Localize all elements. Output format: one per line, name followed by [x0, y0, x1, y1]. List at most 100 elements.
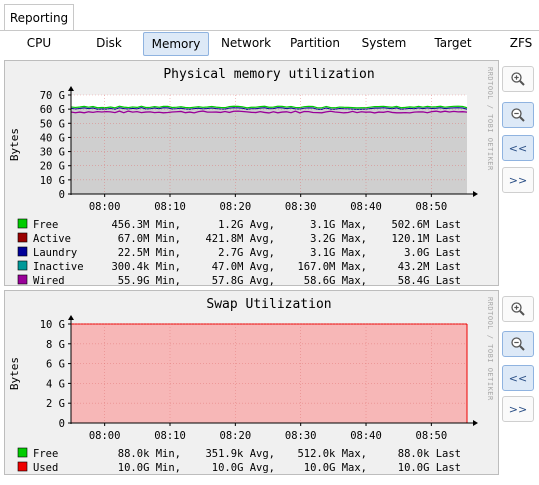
legend-swatch-used	[17, 461, 28, 472]
legend-label-laundry: Laundry	[33, 247, 77, 259]
x-tick-label: 08:20	[220, 201, 252, 213]
zoom-in-icon	[511, 72, 525, 86]
legend-label-free: Free	[33, 448, 58, 460]
legend-last-laundry: 3.0G Last	[404, 247, 461, 259]
legend-label-inactive: Inactive	[33, 261, 84, 273]
legend-max-free: 512.0k Max,	[297, 448, 367, 460]
memory-graph-panel: Physical memory utilization Bytes 0 10 G 20 …	[4, 60, 499, 287]
swap-zoom-out-button[interactable]	[502, 331, 534, 357]
memory-back-button[interactable]: <<	[502, 135, 534, 161]
y-tick-label: 10 G	[40, 319, 65, 331]
y-tick-label: 20 G	[40, 161, 65, 173]
legend-min-inactive: 300.4k Min,	[111, 261, 181, 273]
legend-min-used: 10.0G Min,	[118, 462, 181, 474]
legend-swatch-inactive	[17, 260, 28, 271]
legend-max-active: 3.2G Max,	[310, 233, 367, 245]
legend-max-laundry: 3.1G Max,	[310, 247, 367, 259]
tab-target[interactable]: Target	[428, 32, 478, 56]
y-tick-label: 60 G	[40, 104, 65, 116]
y-tick-label: 70 G	[40, 90, 65, 102]
legend-swatch-free	[17, 447, 28, 458]
legend-avg-active: 421.8M Avg,	[205, 233, 275, 245]
x-tick-label: 08:50	[416, 201, 448, 213]
y-tick-label: 6 G	[46, 359, 65, 371]
legend-avg-used: 10.0G Avg,	[212, 462, 275, 474]
y-tick-label: 0	[59, 189, 65, 201]
legend-max-free: 3.1G Max,	[310, 219, 367, 231]
tab-zfs[interactable]: ZFS	[503, 32, 539, 56]
reporting-subtabs: CPU Disk Memory Network Partition System…	[0, 32, 539, 56]
x-axis-arrow	[473, 191, 478, 197]
tab-network[interactable]: Network	[216, 32, 276, 56]
memory-chart: Physical memory utilization Bytes 0 10 G 20 …	[8, 67, 478, 287]
y-tick-label: 4 G	[46, 378, 65, 390]
legend-last-free: 502.6M Last	[391, 219, 461, 231]
memory-forward-button[interactable]: >>	[502, 167, 534, 193]
tab-disk[interactable]: Disk	[84, 32, 134, 56]
memory-zoom-in-button[interactable]	[502, 66, 534, 92]
legend-min-laundry: 22.5M Min,	[118, 247, 181, 259]
memory-zoom-out-button[interactable]	[502, 102, 534, 128]
x-tick-label: 08:40	[350, 201, 382, 213]
legend-max-used: 10.0G Max,	[304, 462, 367, 474]
x-tick-label: 08:50	[416, 430, 448, 442]
y-tick-label: 40 G	[40, 132, 65, 144]
rrdtool-watermark: RRDTOOL / TOBI OETIKER	[486, 67, 494, 171]
swap-graph-panel: Swap Utilization Bytes 0 2 G 4 G 6 G 8 G 10 G 08…	[4, 290, 499, 475]
legend-label-active: Active	[33, 233, 71, 245]
y-tick-label: 50 G	[40, 118, 65, 130]
legend-swatch-active	[17, 232, 28, 243]
x-tick-label: 08:10	[154, 201, 186, 213]
swap-zoom-in-button[interactable]	[502, 296, 534, 322]
legend-avg-laundry: 2.7G Avg,	[218, 247, 275, 259]
y-tick-label: 0	[59, 418, 65, 430]
legend-max-inactive: 167.0M Max,	[297, 261, 367, 273]
tab-divider	[0, 30, 539, 31]
legend-avg-wired: 57.8G Avg,	[212, 275, 275, 287]
legend-avg-inactive: 47.0M Avg,	[212, 261, 275, 273]
y-axis-arrow	[68, 86, 74, 91]
chart-title: Swap Utilization	[206, 297, 331, 312]
swap-used-area	[71, 324, 467, 423]
swap-forward-button[interactable]: >>	[502, 396, 534, 422]
legend-swatch-laundry	[17, 246, 28, 257]
legend-last-free: 88.0k Last	[398, 448, 461, 460]
x-tick-label: 08:30	[285, 201, 317, 213]
chart-title: Physical memory utilization	[163, 67, 374, 82]
x-tick-label: 08:40	[350, 430, 382, 442]
x-axis-arrow	[473, 420, 478, 426]
legend-label-wired: Wired	[33, 275, 65, 287]
tab-partition[interactable]: Partition	[284, 32, 346, 56]
legend-min-wired: 55.9G Min,	[118, 275, 181, 287]
swap-chart: Swap Utilization Bytes 0 2 G 4 G 6 G 8 G 10 G 08…	[8, 297, 478, 474]
y-tick-label: 30 G	[40, 147, 65, 159]
legend-last-used: 10.0G Last	[398, 462, 461, 474]
legend-last-wired: 58.4G Last	[398, 275, 461, 287]
x-tick-label: 08:00	[89, 430, 121, 442]
y-tick-label: 2 G	[46, 398, 65, 410]
x-tick-label: 08:20	[220, 430, 252, 442]
legend-last-active: 120.1M Last	[391, 233, 461, 245]
zoom-out-icon	[511, 337, 525, 351]
legend-label-used: Used	[33, 462, 58, 474]
tab-system[interactable]: System	[357, 32, 411, 56]
y-axis-label: Bytes	[8, 128, 21, 161]
tab-reporting[interactable]: Reporting	[4, 4, 74, 30]
legend-min-active: 67.0M Min,	[118, 233, 181, 245]
x-tick-label: 08:00	[89, 201, 121, 213]
legend-label-free: Free	[33, 219, 58, 231]
legend-last-inactive: 43.2M Last	[398, 261, 461, 273]
swap-back-button[interactable]: <<	[502, 365, 534, 391]
y-tick-label: 10 G	[40, 175, 65, 187]
rrdtool-watermark: RRDTOOL / TOBI OETIKER	[486, 297, 494, 401]
tab-memory[interactable]: Memory	[143, 32, 209, 56]
legend-max-wired: 58.6G Max,	[304, 275, 367, 287]
y-axis-label: Bytes	[8, 357, 21, 390]
legend-avg-free: 1.2G Avg,	[218, 219, 275, 231]
legend-swatch-free	[17, 218, 28, 229]
y-axis-arrow	[68, 315, 74, 320]
tab-cpu[interactable]: CPU	[14, 32, 64, 56]
x-tick-label: 08:30	[285, 430, 317, 442]
y-tick-label: 8 G	[46, 339, 65, 351]
x-tick-label: 08:10	[154, 430, 186, 442]
